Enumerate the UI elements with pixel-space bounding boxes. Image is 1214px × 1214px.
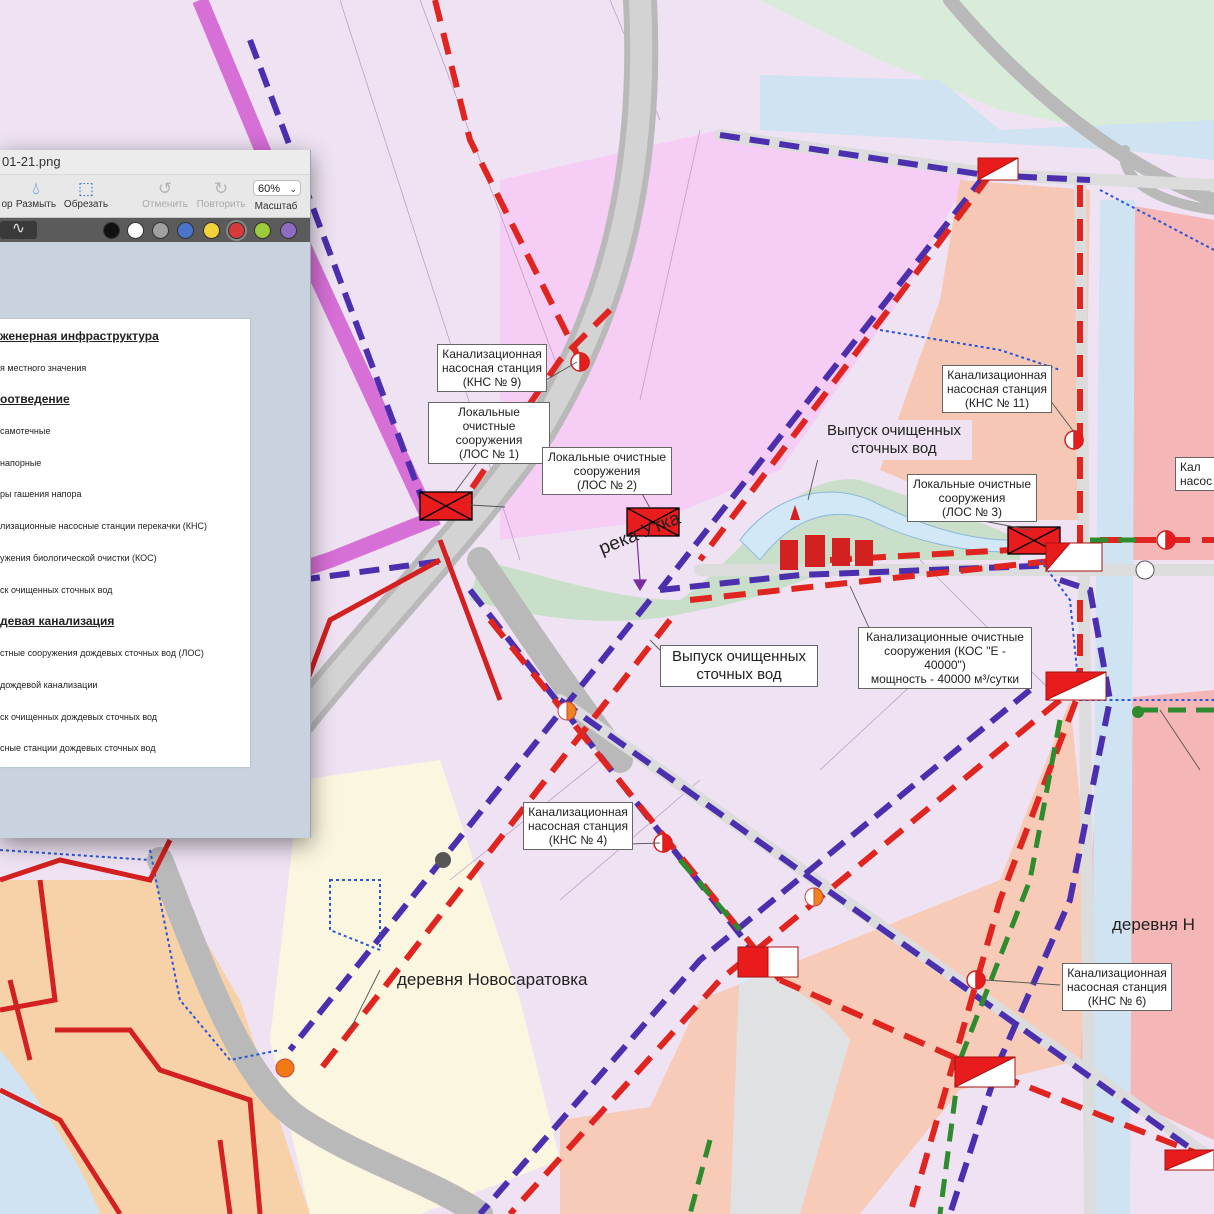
redo-icon: ↻ (213, 179, 229, 198)
legend-item: я местного значения (0, 363, 87, 373)
color-swatch-yellow[interactable] (203, 222, 220, 239)
color-palette-bar: ∿ (0, 218, 310, 242)
label-line: (КНС № 6) (1087, 994, 1147, 1008)
legend-heading-engineering: женерная инфраструктура (0, 329, 159, 343)
label-line: сточных вод (696, 666, 782, 683)
label-line: насосная станция (528, 819, 628, 833)
legend-heading-sewerage: оотведение (0, 392, 70, 406)
legend-item: дождевой канализации (0, 680, 98, 690)
label-kns-9: Канализационная насосная станция (КНС № … (437, 344, 547, 392)
label-line: (ЛОС № 3) (941, 505, 1003, 519)
toolbar-redo-button[interactable]: ↻ Повторить (194, 179, 248, 210)
label-line: (КНС № 11) (964, 396, 1030, 410)
legend-item: ск очищенных дождевых сточных вод (0, 712, 158, 722)
legend-heading-storm: девая канализация (0, 614, 115, 628)
village-novosaratovka: деревня Новосаратовка (397, 970, 588, 989)
label-line: насосная станция (442, 361, 542, 375)
legend-item: сные станции дождевых сточных вод (0, 743, 156, 753)
label-outlet-1: Выпуск очищенных сточных вод (816, 420, 972, 460)
label-kns-6: Канализационная насосная станция (КНС № … (1062, 963, 1172, 1011)
village-right-partial: деревня Н (1112, 915, 1195, 934)
label-kns-right-partial: Кал насос (1175, 457, 1214, 491)
color-swatch-purple[interactable] (280, 222, 297, 239)
color-swatch-white[interactable] (127, 222, 144, 239)
color-swatch-gray[interactable] (152, 222, 169, 239)
label-los-2: Локальные очистные сооружения (ЛОС № 2) (542, 447, 672, 495)
toolbar-label: Повторить (196, 199, 246, 210)
color-swatch-green[interactable] (254, 222, 271, 239)
toolbar-blur-button[interactable]: 💧︎ Размыть (14, 179, 58, 210)
toolbar-text-button[interactable]: ор (0, 179, 14, 210)
toolbar-label: Обрезать (63, 199, 109, 210)
toolbar-label: Масштаб (254, 201, 298, 212)
label-kos: Канализационные очистные сооружения (КОС… (858, 627, 1032, 689)
label-line: насосная станция (1067, 980, 1167, 994)
toolbar-label: Размыть (15, 199, 57, 210)
preview-window: 01-21.png ор 💧︎ Размыть ⬚ Обрезать ↺ Отм… (0, 150, 311, 838)
legend-item: ры гашения напора (0, 489, 82, 499)
legend-item: лизационные насосные станции перекачки (… (0, 521, 207, 531)
label-line: Выпуск очищенных (671, 648, 807, 665)
toolbar-label: ор (1, 199, 13, 210)
label-line: Локальные очистные (547, 450, 667, 464)
label-line: (КНС № 9) (462, 375, 522, 389)
label-line: насос (1180, 474, 1213, 488)
color-swatch-red[interactable] (228, 222, 245, 239)
label-line: мощность - 40000 м³/сутки (870, 672, 1020, 686)
toolbar-label: Отменить (142, 199, 188, 210)
legend-item: ск очищенных сточных вод (0, 585, 113, 595)
label-line: сооружения (КОС "Е - 40000") (884, 644, 1006, 672)
blur-drop-icon: 💧︎ (32, 179, 40, 198)
crop-icon: ⬚ (77, 179, 95, 198)
label-line: сооружения (938, 491, 1006, 505)
legend-item: самотечные (0, 426, 51, 436)
label-kns-4: Канализационная насосная станция (КНС № … (523, 802, 633, 850)
toolbar-zoom-label: Масштаб (250, 201, 302, 212)
label-line: сооружения (573, 464, 641, 478)
legend-panel: женерная инфраструктура я местного значе… (0, 319, 250, 767)
color-swatch-blue[interactable] (177, 222, 194, 239)
chevron-down-icon: ⌄ (289, 184, 297, 194)
label-line: Выпуск очищенных (826, 422, 962, 439)
window-title: 01-21.png (0, 150, 310, 175)
label-line: Канализационная (1067, 966, 1167, 980)
label-line: Локальные очистные (912, 477, 1032, 491)
color-swatch-black[interactable] (103, 222, 120, 239)
toolbar-crop-button[interactable]: ⬚ Обрезать (62, 179, 110, 210)
label-line: насосная станция (947, 382, 1047, 396)
label-line: (КНС № 4) (548, 833, 608, 847)
legend-item: стные сооружения дождевых сточных вод (Л… (0, 648, 204, 658)
label-line: Канализационная (528, 805, 628, 819)
label-outlet-2: Выпуск очищенных сточных вод (660, 645, 818, 687)
label-line: сооружения (455, 433, 523, 447)
label-line: (ЛОС № 1) (458, 447, 520, 461)
label-line: сточных вод (851, 440, 937, 457)
label-line: Канализационные очистные (866, 630, 1024, 644)
label-line: Кал (1180, 460, 1201, 474)
label-line: (ЛОС № 2) (576, 478, 638, 492)
label-kns-11: Канализационная насосная станция (КНС № … (942, 365, 1052, 413)
zoom-select[interactable]: 60% ⌄ (253, 180, 301, 196)
legend-item: ужения биологической очистки (КОС) (0, 553, 157, 563)
zoom-value: 60% (258, 183, 281, 195)
text-icon (0, 179, 14, 199)
label-line: Локальные очистные (458, 405, 520, 433)
undo-icon: ↺ (157, 179, 173, 198)
label-los-3: Локальные очистные сооружения (ЛОС № 3) (907, 474, 1037, 522)
stroke-style-icon[interactable]: ∿ (0, 221, 37, 239)
legend-item: напорные (0, 458, 42, 468)
toolbar-undo-button[interactable]: ↺ Отменить (140, 179, 190, 210)
markup-toolbar: ор 💧︎ Размыть ⬚ Обрезать ↺ Отменить ↻ По… (0, 175, 310, 218)
label-line: Канализационная (947, 368, 1047, 382)
label-line: Канализационная (442, 347, 542, 361)
label-los-1: Локальные очистные сооружения (ЛОС № 1) (428, 402, 550, 464)
